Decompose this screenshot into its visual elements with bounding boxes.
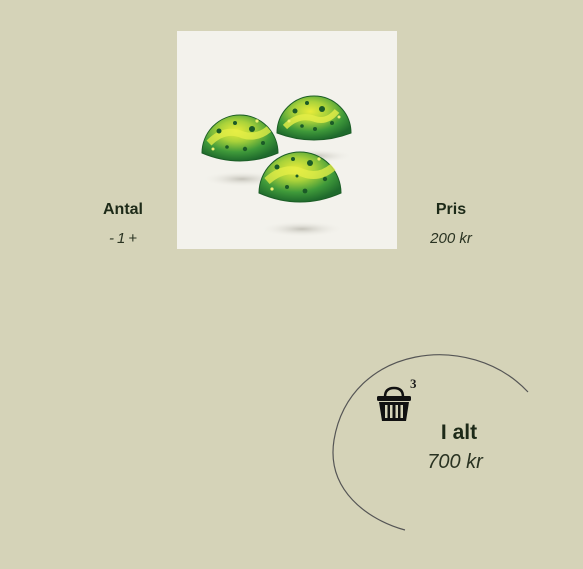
total-label: I alt [440, 421, 478, 444]
cart-count-badge: 3 [410, 376, 417, 391]
cart-arc [332, 354, 529, 531]
total-value: 700 kr [427, 451, 483, 473]
basket-icon[interactable] [376, 385, 412, 423]
